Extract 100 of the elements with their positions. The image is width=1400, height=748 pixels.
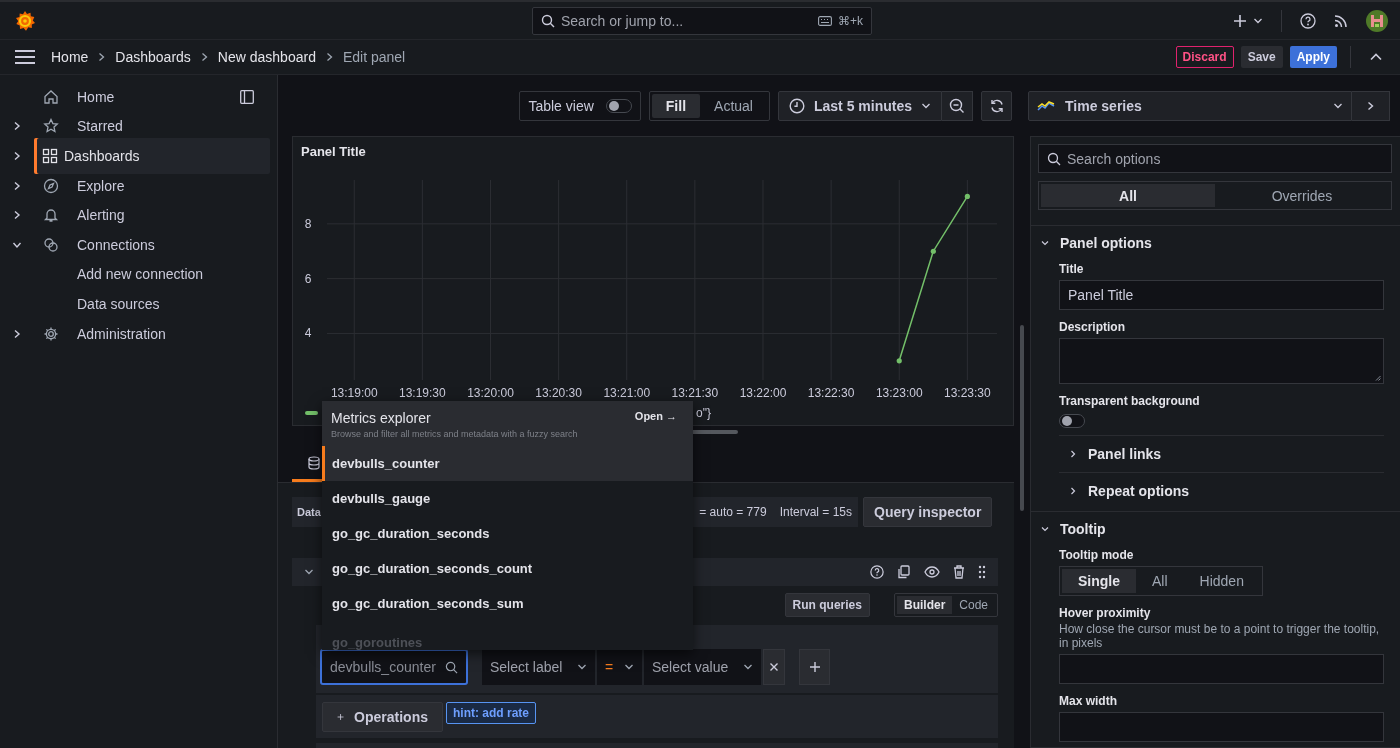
- text-input[interactable]: Panel Title: [1059, 280, 1384, 310]
- nav-item[interactable]: Add new connection: [34, 260, 270, 289]
- metric-select[interactable]: devbulls_counter: [320, 649, 468, 685]
- subsection-header[interactable]: Panel links: [1059, 435, 1384, 466]
- metric-option[interactable]: go_gc_duration_seconds_count: [322, 551, 693, 586]
- help-icon[interactable]: [870, 565, 884, 579]
- y-tick-label: 8: [304, 216, 312, 231]
- subsection-header[interactable]: Repeat options: [1059, 472, 1384, 503]
- query-option: Interval = 15s: [779, 505, 852, 519]
- open-link[interactable]: Open →: [634, 410, 677, 426]
- metric-option[interactable]: devbulls_counter: [322, 446, 693, 481]
- editor-mode-option[interactable]: Builder: [896, 596, 953, 614]
- field-label: Description: [1059, 320, 1126, 334]
- metric-option[interactable]: go_gc_duration_seconds: [322, 516, 693, 551]
- resize-grip-icon[interactable]: [1375, 375, 1381, 381]
- chevron-icon[interactable]: [12, 121, 22, 132]
- radio-option[interactable]: Single: [1062, 569, 1136, 593]
- operations-button[interactable]: Operations: [322, 701, 443, 732]
- chevron-icon[interactable]: [12, 180, 22, 191]
- bell-icon: [43, 207, 59, 224]
- dropdown-subtitle: Browse and filter all metrics and metadata with a fuzzy search: [331, 429, 579, 439]
- chart-icon: [1037, 100, 1055, 112]
- size-mode-option[interactable]: Actual: [700, 94, 767, 118]
- caret-icon: [743, 663, 753, 671]
- help-icon[interactable]: [1300, 12, 1316, 29]
- nav-item[interactable]: Data sources: [34, 289, 270, 318]
- metric-option[interactable]: devbulls_gauge: [322, 481, 693, 516]
- save-button[interactable]: Save: [1240, 46, 1283, 68]
- plus-icon[interactable]: [1233, 13, 1247, 28]
- query-inspector-button[interactable]: Query inspector: [863, 497, 993, 527]
- logo[interactable]: [14, 9, 36, 32]
- nav-item[interactable]: Alerting: [34, 201, 270, 230]
- copy-icon[interactable]: [897, 565, 911, 579]
- chevron-icon: [1367, 101, 1374, 111]
- x-tick-label: 13:22:30: [807, 386, 855, 400]
- dock-icon[interactable]: [240, 89, 254, 104]
- breadcrumb-link[interactable]: Home: [51, 49, 89, 65]
- x-tick-label: 13:22:00: [739, 386, 787, 400]
- breadcrumb-link[interactable]: New dashboard: [217, 49, 316, 65]
- operator-select[interactable]: =: [597, 649, 642, 685]
- text-input[interactable]: [1059, 712, 1384, 742]
- hint-button[interactable]: hint: add rate: [446, 701, 536, 724]
- close-icon: [769, 662, 779, 672]
- breadcrumb-link[interactable]: Edit panel: [342, 49, 406, 65]
- scrollbar[interactable]: [1020, 325, 1024, 511]
- section-header[interactable]: Tooltip: [1031, 520, 1384, 538]
- menu-icon[interactable]: [15, 50, 35, 64]
- shortcut-label: ⌘+k: [838, 13, 863, 28]
- radio-option[interactable]: All: [1136, 569, 1184, 593]
- x-tick-label: 13:19:00: [330, 386, 378, 400]
- y-tick-label: 6: [304, 271, 312, 286]
- chevron-icon: [200, 52, 208, 62]
- add-button[interactable]: [799, 649, 830, 685]
- zoom-out-button[interactable]: [942, 91, 973, 121]
- plus-icon: [808, 661, 821, 673]
- table-view-toggle[interactable]: Table view: [519, 91, 641, 121]
- nav-item[interactable]: Dashboards: [34, 138, 270, 174]
- discard-button[interactable]: Discard: [1175, 46, 1234, 68]
- metric-option[interactable]: go_gc_duration_seconds_sum: [322, 586, 693, 621]
- zoom-out-icon: [949, 98, 965, 114]
- options-tab[interactable]: Overrides: [1215, 184, 1389, 207]
- collapse-icon[interactable]: [1370, 53, 1382, 61]
- legend-label[interactable]: o"}: [696, 406, 711, 420]
- chevron-icon[interactable]: [12, 210, 22, 221]
- nav-item[interactable]: Home: [34, 82, 270, 111]
- size-mode-option[interactable]: Fill: [651, 94, 701, 118]
- rss-icon[interactable]: [1334, 13, 1348, 28]
- chevron-icon[interactable]: [12, 328, 22, 339]
- nav-item[interactable]: Connections: [34, 230, 270, 259]
- editor-mode-option[interactable]: Code: [952, 596, 995, 614]
- caret-icon[interactable]: [1253, 16, 1263, 25]
- section-header[interactable]: Panel options: [1031, 234, 1384, 252]
- clock-icon: [788, 98, 805, 114]
- trash-icon[interactable]: [953, 565, 965, 579]
- text-input[interactable]: [1059, 654, 1384, 684]
- drag-handle-icon[interactable]: [978, 565, 986, 579]
- chevron-icon[interactable]: [12, 151, 22, 161]
- x-tick-label: 13:20:00: [467, 386, 514, 400]
- value-select[interactable]: Select value: [644, 649, 761, 685]
- eye-icon[interactable]: [924, 566, 940, 578]
- run-queries-button[interactable]: Run queries: [784, 593, 870, 617]
- search-field[interactable]: Search or jump to... ⌘+k: [532, 6, 872, 35]
- label-select[interactable]: Select label: [482, 649, 595, 685]
- search-icon: [445, 660, 458, 674]
- field-label: Max width: [1059, 694, 1118, 708]
- toggle-switch[interactable]: [1059, 414, 1085, 428]
- refresh-button[interactable]: [981, 91, 1012, 121]
- apply-button[interactable]: Apply: [1289, 46, 1337, 68]
- avatar[interactable]: [1366, 9, 1388, 32]
- search-field[interactable]: Search options: [1038, 144, 1392, 173]
- nav-item[interactable]: Administration: [34, 319, 270, 348]
- chevron-icon[interactable]: [304, 568, 314, 576]
- nav-item[interactable]: Starred: [34, 112, 270, 141]
- nav-item[interactable]: Explore: [34, 171, 270, 200]
- breadcrumb-link[interactable]: Dashboards: [115, 49, 191, 65]
- time-range-picker[interactable]: Last 5 minutes: [777, 91, 942, 121]
- visualization-picker[interactable]: Time series: [1028, 91, 1352, 121]
- remove-button[interactable]: [763, 649, 785, 685]
- radio-option[interactable]: Hidden: [1183, 569, 1260, 593]
- options-tab[interactable]: All: [1041, 184, 1215, 207]
